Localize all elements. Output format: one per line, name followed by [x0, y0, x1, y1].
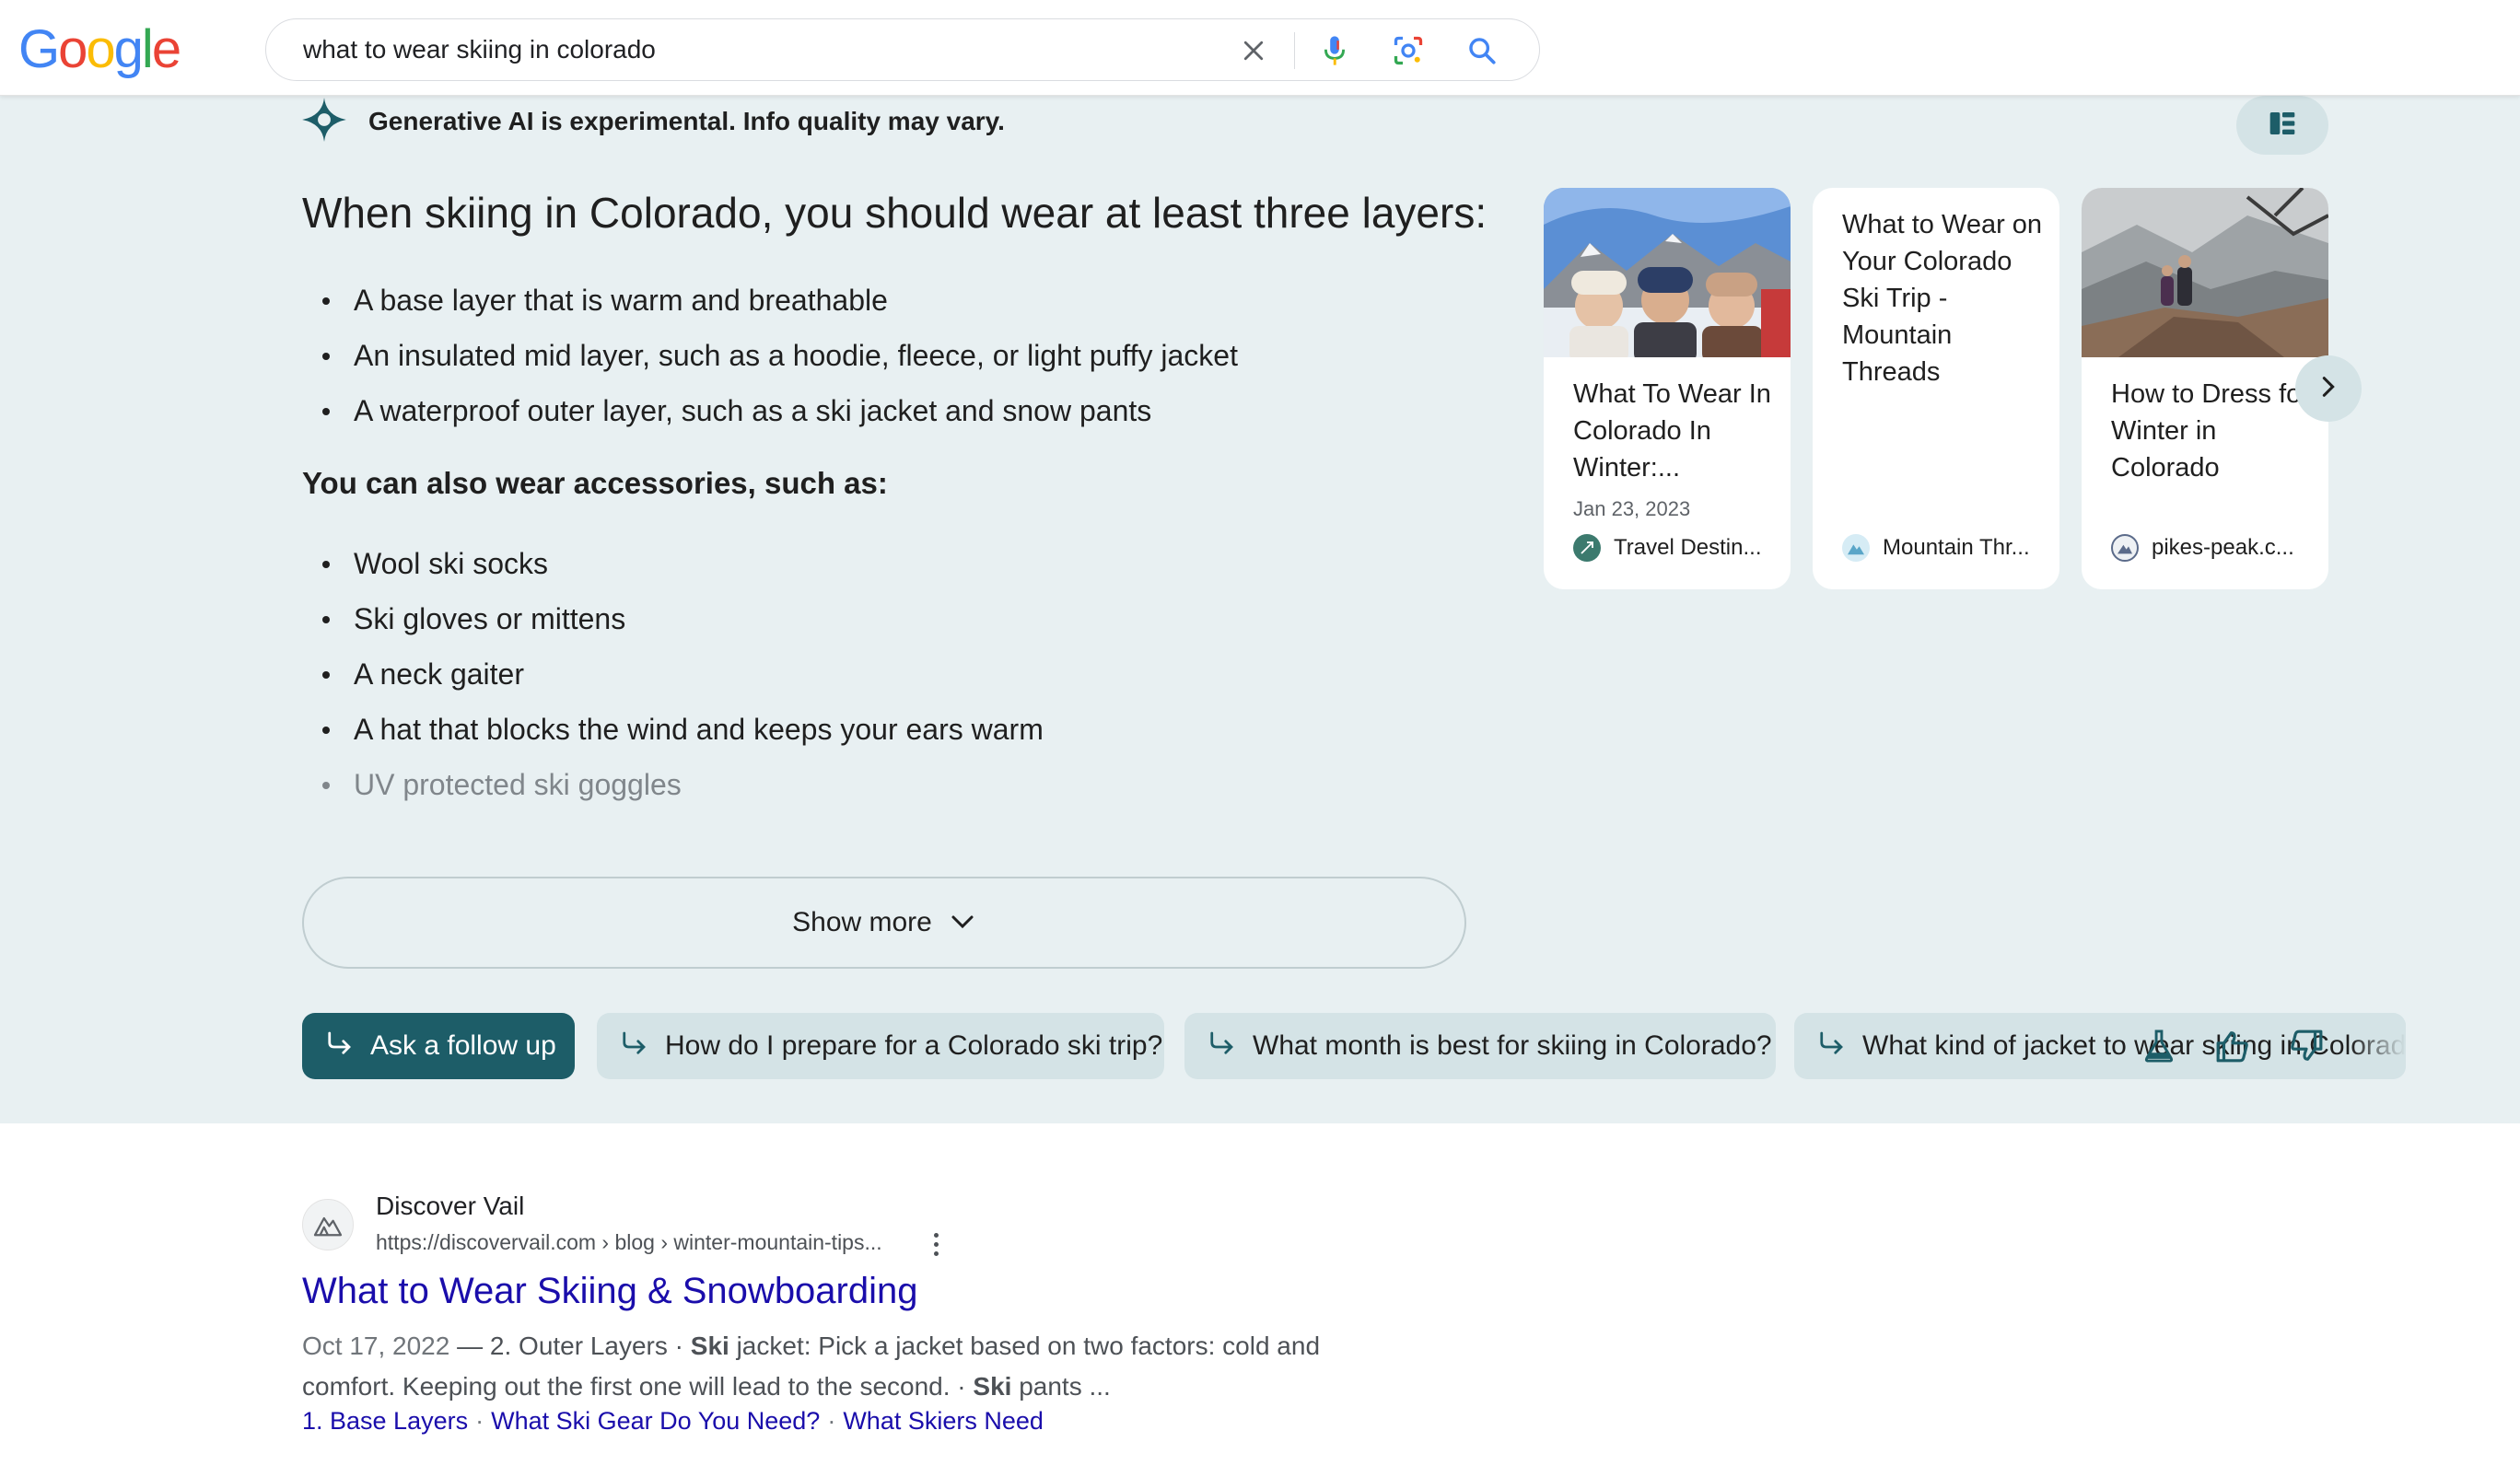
- list-item: A base layer that is warm and breathable: [302, 273, 1238, 328]
- sparkle-icon: [300, 96, 348, 148]
- chevron-right-icon: [2318, 374, 2339, 404]
- card-source: Travel Destin...: [1573, 534, 1762, 562]
- card-source-name: Travel Destin...: [1614, 535, 1762, 560]
- list-item: Ski gloves or mittens: [302, 591, 1044, 646]
- card-thumbnail-skiers: [1544, 188, 1791, 357]
- logo-letter: o: [58, 19, 88, 79]
- list-item: A waterproof outer layer, such as a ski …: [302, 383, 1238, 438]
- sitelink-separator: ·: [475, 1407, 484, 1435]
- ai-overview-heading: When skiing in Colorado, you should wear…: [302, 189, 1488, 237]
- more-options-icon[interactable]: [925, 1228, 947, 1260]
- snippet-text: pants ...: [1011, 1372, 1111, 1401]
- source-card[interactable]: What To Wear In Colorado In Winter:... J…: [1544, 188, 1791, 589]
- snippet-bold: Ski: [973, 1372, 1012, 1401]
- search-divider: [1294, 32, 1295, 69]
- accessories-list: Wool ski socks Ski gloves or mittens A n…: [302, 536, 1044, 812]
- layers-list: A base layer that is warm and breathable…: [302, 273, 1238, 438]
- result-title-link[interactable]: What to Wear Skiing & Snowboarding: [302, 1271, 918, 1312]
- result-url[interactable]: https://discovervail.com › blog › winter…: [376, 1230, 882, 1255]
- snippet-bold: Ski: [690, 1332, 729, 1360]
- sitelinks: 1. Base Layers · What Ski Gear Do You Need…: [302, 1407, 1044, 1436]
- layout-icon: [2268, 110, 2297, 142]
- sitelink[interactable]: What Ski Gear Do You Need?: [491, 1407, 820, 1435]
- card-thumbnail-winter-hike: [2082, 188, 2328, 357]
- logo-letter: o: [86, 19, 115, 79]
- follow-up-arrow-icon: [1818, 1030, 1862, 1062]
- search-box: [265, 18, 1540, 81]
- ask-follow-up-label: Ask a follow up: [370, 1030, 556, 1061]
- logo-letter: e: [151, 19, 181, 79]
- list-item: A neck gaiter: [302, 646, 1044, 702]
- follow-up-arrow-icon: [621, 1030, 665, 1062]
- mountain-threads-favicon-icon: [1842, 534, 1870, 562]
- snippet-text: — 2. Outer Layers ·: [449, 1332, 691, 1360]
- card-title[interactable]: What to Wear on Your Colorado Ski Trip -…: [1842, 206, 2045, 390]
- ai-badge-row: Generative AI is experimental. Info qual…: [300, 96, 1005, 147]
- sitelink[interactable]: What Skiers Need: [843, 1407, 1044, 1435]
- labs-flask-icon[interactable]: [2137, 1024, 2181, 1068]
- experimental-notice: Generative AI is experimental. Info qual…: [368, 107, 1005, 135]
- thumbs-down-icon[interactable]: [2284, 1024, 2328, 1068]
- follow-up-chip-label: What month is best for skiing in Colorad…: [1253, 1030, 1772, 1061]
- follow-up-chip[interactable]: What month is best for skiing in Colorad…: [1184, 1013, 1776, 1079]
- show-more-button[interactable]: Show more: [302, 877, 1466, 969]
- travel-favicon-icon: [1573, 534, 1601, 562]
- ask-follow-up-button[interactable]: Ask a follow up: [302, 1013, 575, 1079]
- result-site-name[interactable]: Discover Vail: [376, 1192, 524, 1221]
- sitelink-separator: ·: [827, 1407, 836, 1435]
- sitelink[interactable]: 1. Base Layers: [302, 1407, 468, 1435]
- search-icon[interactable]: [1464, 32, 1500, 69]
- result-snippet: Oct 17, 2022 — 2. Outer Layers · Ski jac…: [302, 1326, 1352, 1407]
- follow-up-chip-label: How do I prepare for a Colorado ski trip…: [665, 1030, 1163, 1061]
- microphone-icon[interactable]: [1316, 32, 1353, 69]
- follow-up-arrow-icon: [326, 1030, 370, 1062]
- card-date: Jan 23, 2023: [1573, 497, 1691, 520]
- list-item: An insulated mid layer, such as a hoodie…: [302, 328, 1238, 383]
- follow-up-arrow-icon: [1208, 1030, 1253, 1062]
- snippet-date: Oct 17, 2022: [302, 1332, 450, 1360]
- show-more-label: Show more: [792, 907, 932, 937]
- clear-icon[interactable]: [1235, 32, 1272, 69]
- list-item: A hat that blocks the wind and keeps you…: [302, 702, 1044, 757]
- layout-toggle-button[interactable]: [2236, 96, 2328, 155]
- list-item: UV protected ski goggles: [302, 757, 1044, 812]
- discover-vail-favicon-icon: [302, 1199, 354, 1250]
- thumbs-up-icon[interactable]: [2211, 1024, 2255, 1068]
- card-source: Mountain Thr...: [1842, 534, 2030, 562]
- top-header: Google: [0, 0, 2520, 96]
- card-source-name: Mountain Thr...: [1883, 535, 2030, 560]
- accessories-heading: You can also wear accessories, such as:: [302, 466, 888, 500]
- logo-letter: l: [141, 19, 154, 79]
- card-source-name: pikes-peak.c...: [2152, 535, 2294, 560]
- logo-letter: G: [18, 19, 60, 79]
- chevron-down-icon: [932, 907, 976, 938]
- source-card[interactable]: What to Wear on Your Colorado Ski Trip -…: [1813, 188, 2059, 589]
- list-item: Wool ski socks: [302, 536, 1044, 591]
- google-logo[interactable]: Google: [18, 19, 181, 79]
- lens-camera-icon[interactable]: [1390, 32, 1427, 69]
- logo-letter: g: [113, 19, 144, 79]
- source-card[interactable]: How to Dress for Winter in Colorado pike…: [2082, 188, 2328, 589]
- card-title[interactable]: How to Dress for Winter in Colorado: [2111, 376, 2314, 486]
- follow-up-chip[interactable]: How do I prepare for a Colorado ski trip…: [597, 1013, 1164, 1079]
- card-source: pikes-peak.c...: [2111, 534, 2294, 562]
- ai-overview-panel: Generative AI is experimental. Info qual…: [0, 96, 2520, 1123]
- pikes-peak-favicon-icon: [2111, 534, 2139, 562]
- card-title[interactable]: What To Wear In Colorado In Winter:...: [1573, 376, 1776, 486]
- chip-fade: [2351, 1013, 2406, 1079]
- carousel-next-button[interactable]: [2295, 355, 2362, 422]
